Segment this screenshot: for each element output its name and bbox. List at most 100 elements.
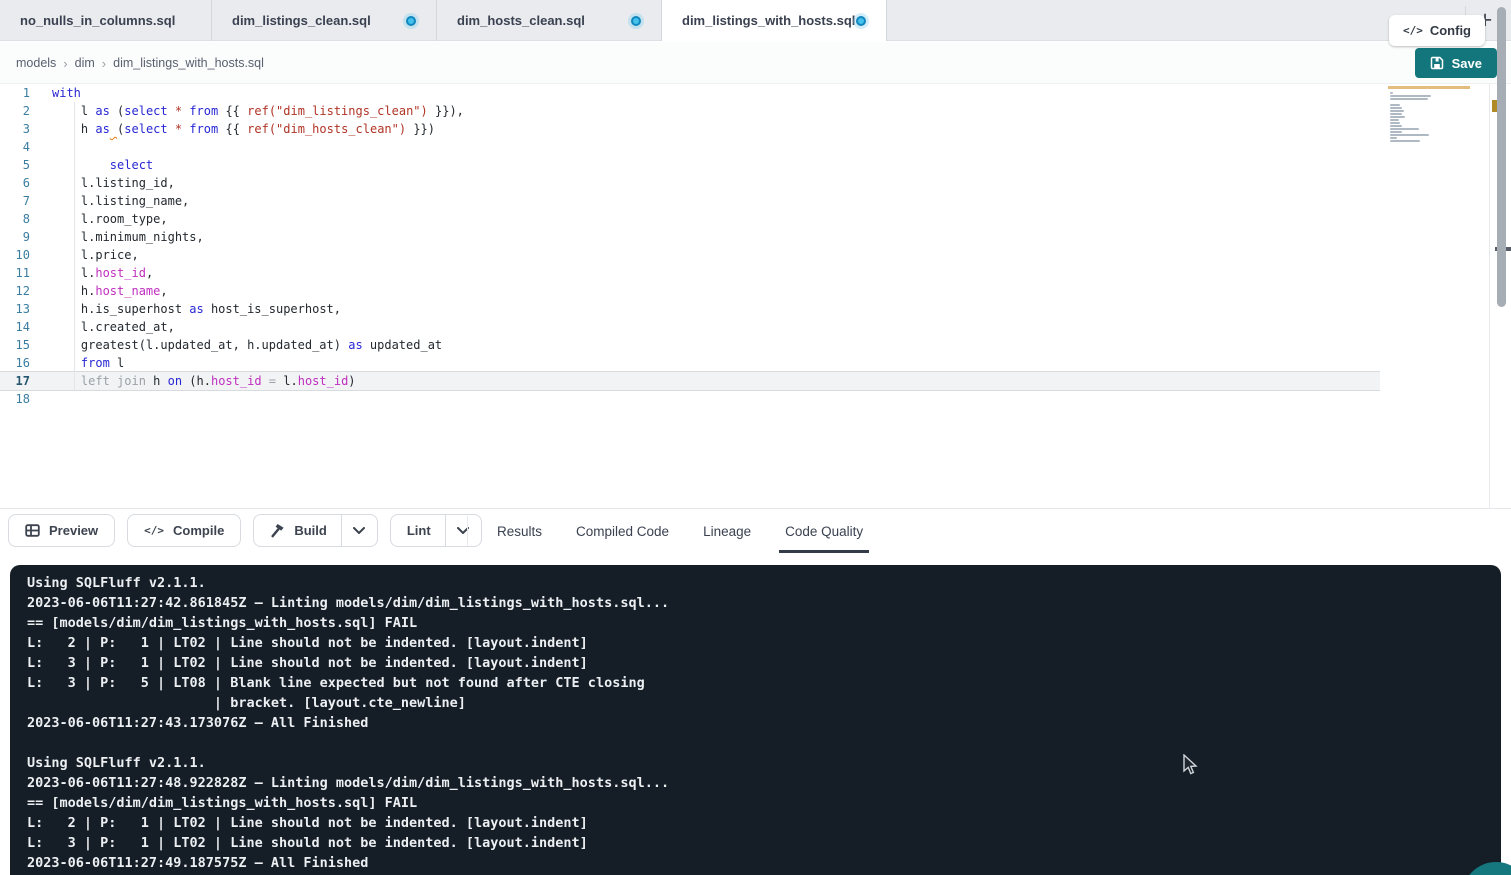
terminal-line: L: 2 | P: 1 | LT02 | Line should not be … (27, 633, 1501, 653)
code-line[interactable] (44, 138, 52, 156)
build-button[interactable]: Build (254, 515, 341, 546)
code-line[interactable]: h as (select * from {{ ref("dim_hosts_cl… (44, 120, 435, 138)
minimap-code-bars (1390, 92, 1431, 146)
tab-dim_listings_with_hosts.sql[interactable]: dim_listings_with_hosts.sql (662, 0, 887, 41)
token: l. (276, 374, 298, 388)
lint-button[interactable]: Lint (391, 515, 445, 546)
compile-label: Compile (173, 523, 224, 538)
line-number: 15 (0, 336, 30, 354)
action-bar-divider (467, 516, 468, 546)
token: ref("dim_hosts_clean") (247, 122, 406, 136)
preview-button[interactable]: Preview (8, 514, 115, 547)
code-row: 11 l.host_id, (0, 264, 1380, 282)
code-line[interactable]: select (44, 156, 153, 174)
token: host_id (95, 266, 146, 280)
token: as (189, 302, 203, 316)
token: , (160, 284, 167, 298)
line-number: 13 (0, 300, 30, 318)
code-editor[interactable]: 1with2 l as (select * from {{ ref("dim_l… (0, 84, 1511, 508)
minimap-line (1390, 98, 1428, 100)
unsaved-indicator-dot (406, 16, 416, 26)
panel-tab-results[interactable]: Results (497, 509, 542, 553)
save-icon (1430, 56, 1444, 70)
token: as (348, 338, 362, 352)
indent-guide (74, 102, 75, 390)
minimap-highlight (1388, 86, 1470, 89)
token: ( (110, 104, 124, 118)
unsaved-indicator-dot (631, 16, 641, 26)
save-button[interactable]: Save (1415, 48, 1497, 78)
editor-right-divider (1489, 84, 1490, 508)
terminal-line: 2023-06-06T11:27:43.173076Z — All Finish… (27, 713, 1501, 733)
breadcrumb-item[interactable]: models (16, 56, 56, 70)
code-line[interactable]: h.is_superhost as host_is_superhost, (44, 300, 341, 318)
terminal-lines: Using SQLFluff v2.1.1.2023-06-06T11:27:4… (27, 573, 1501, 873)
gutter-pad (30, 300, 44, 318)
tab-label: dim_listings_clean.sql (232, 13, 371, 28)
tab-label: dim_listings_with_hosts.sql (682, 13, 855, 28)
token (110, 122, 117, 136)
terminal-line: == [models/dim/dim_listings_with_hosts.s… (27, 793, 1501, 813)
code-brackets-icon: </> (1403, 24, 1423, 37)
terminal-line: L: 3 | P: 1 | LT02 | Line should not be … (27, 833, 1501, 853)
token: from (189, 104, 218, 118)
gutter-pad (30, 228, 44, 246)
minimap-line (1390, 131, 1402, 133)
minimap-line (1390, 134, 1429, 136)
gutter-pad (30, 120, 44, 138)
breadcrumb-item[interactable]: dim (75, 56, 95, 70)
code-line[interactable]: greatest(l.updated_at, h.updated_at) as … (44, 336, 442, 354)
code-line[interactable]: l.listing_id, (44, 174, 175, 192)
token (168, 104, 175, 118)
token: l.listing_id, (52, 176, 175, 190)
code-line[interactable]: h.host_name, (44, 282, 168, 300)
panel-tab-compiled-code[interactable]: Compiled Code (576, 509, 669, 553)
terminal-scrollbar[interactable] (1497, 7, 1506, 307)
terminal-line (27, 733, 1501, 753)
token: , (146, 266, 153, 280)
token: h.is_superhost (52, 302, 189, 316)
tab-dim_hosts_clean.sql[interactable]: dim_hosts_clean.sql (437, 0, 662, 41)
code-line[interactable] (44, 390, 52, 408)
code-row: 2 l as (select * from {{ ref("dim_listin… (0, 102, 1380, 120)
code-line[interactable]: l.created_at, (44, 318, 175, 336)
panel-tab-lineage[interactable]: Lineage (703, 509, 751, 553)
terminal-line: 2023-06-06T11:27:49.187575Z — All Finish… (27, 853, 1501, 873)
code-brackets-icon: </> (144, 524, 164, 537)
code-line[interactable]: left join h on (h.host_id = l.host_id) (44, 372, 356, 390)
gutter-pad (30, 282, 44, 300)
compile-button[interactable]: </> Compile (127, 514, 241, 547)
token: greatest(l.updated_at, h.updated_at) (52, 338, 348, 352)
token: host_id (211, 374, 262, 388)
action-buttons: Preview </> Compile Build (8, 514, 482, 547)
build-label: Build (294, 523, 327, 538)
code-line[interactable]: l.listing_name, (44, 192, 189, 210)
tab-dim_listings_clean.sql[interactable]: dim_listings_clean.sql (212, 0, 437, 41)
code-line[interactable]: with (44, 84, 81, 102)
code-line[interactable]: l.minimum_nights, (44, 228, 204, 246)
minimap-line (1390, 125, 1402, 127)
result-panel-tabs: Results Compiled Code Lineage Code Quality (497, 509, 863, 553)
code-line[interactable]: l.price, (44, 246, 139, 264)
line-number: 9 (0, 228, 30, 246)
code-line[interactable]: l.host_id, (44, 264, 153, 282)
config-button[interactable]: </> Config (1389, 15, 1485, 46)
tab-no_nulls_in_columns.sql[interactable]: no_nulls_in_columns.sql (0, 0, 212, 41)
lint-dropdown-toggle[interactable] (445, 515, 481, 546)
breadcrumb-item[interactable]: dim_listings_with_hosts.sql (113, 56, 264, 70)
code-line[interactable]: l as (select * from {{ ref("dim_listings… (44, 102, 464, 120)
minimap[interactable] (1388, 86, 1472, 226)
dbt-cloud-ide: { "colors": { "accent_teal": "#15787E", … (0, 0, 1511, 875)
token (52, 374, 81, 388)
line-number: 7 (0, 192, 30, 210)
gutter-pad (30, 246, 44, 264)
token: h (146, 374, 168, 388)
line-number: 16 (0, 354, 30, 372)
build-dropdown-toggle[interactable] (341, 515, 377, 546)
code-row: 16 from l (0, 354, 1380, 372)
code-line[interactable]: from l (44, 354, 124, 372)
gutter-pad (30, 210, 44, 228)
line-number: 12 (0, 282, 30, 300)
code-line[interactable]: l.room_type, (44, 210, 168, 228)
panel-tab-code-quality[interactable]: Code Quality (785, 509, 863, 553)
